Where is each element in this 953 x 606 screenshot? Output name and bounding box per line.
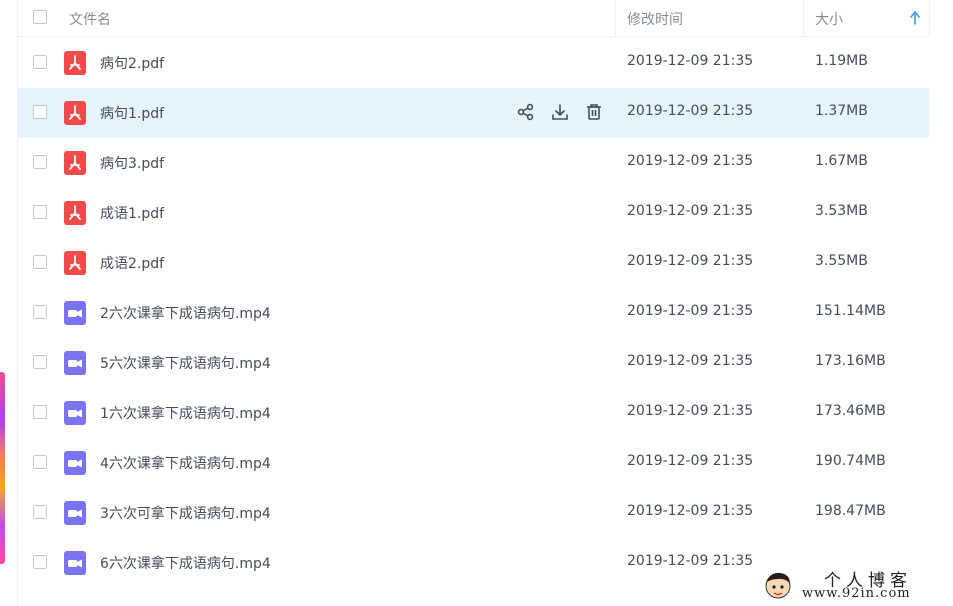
- file-modified-time: 2019-12-09 21:35: [627, 303, 754, 319]
- file-name[interactable]: 6六次课拿下成语病句.mp4: [100, 553, 271, 573]
- file-name[interactable]: 2六次课拿下成语病句.mp4: [100, 303, 271, 323]
- file-modified-time: 2019-12-09 21:35: [627, 253, 754, 269]
- file-size: 173.46MB: [815, 403, 886, 419]
- video-file-icon: [64, 501, 86, 525]
- file-row[interactable]: 1六次课拿下成语病句.mp4 2019-12-09 21:35 173.46MB: [18, 388, 929, 438]
- row-checkbox[interactable]: [33, 205, 47, 219]
- file-row[interactable]: 病句2.pdf 2019-12-09 21:35 1.19MB: [18, 38, 929, 88]
- file-name[interactable]: 病句1.pdf: [100, 103, 164, 123]
- file-list-header: 文件名 修改时间 大小: [18, 0, 929, 37]
- row-checkbox[interactable]: [33, 255, 47, 269]
- row-checkbox[interactable]: [33, 455, 47, 469]
- column-header-time[interactable]: 修改时间: [627, 9, 683, 29]
- file-row[interactable]: 成语2.pdf 2019-12-09 21:35 3.55MB: [18, 238, 929, 288]
- file-modified-time: 2019-12-09 21:35: [627, 403, 754, 419]
- select-all-checkbox[interactable]: [33, 10, 47, 24]
- delete-icon[interactable]: [584, 102, 604, 122]
- column-divider: [615, 0, 616, 36]
- pdf-file-icon: [64, 251, 86, 275]
- arrow-up-icon[interactable]: [910, 10, 920, 29]
- file-size: 1.19MB: [815, 53, 868, 69]
- file-modified-time: 2019-12-09 21:35: [627, 453, 754, 469]
- column-divider: [803, 0, 804, 36]
- file-row[interactable]: 2六次课拿下成语病句.mp4 2019-12-09 21:35 151.14MB: [18, 288, 929, 338]
- row-checkbox[interactable]: [33, 355, 47, 369]
- video-file-icon: [64, 451, 86, 475]
- video-file-icon: [64, 551, 86, 575]
- file-size: 151.14MB: [815, 303, 886, 319]
- scrollbar-gutter: [929, 0, 953, 36]
- file-modified-time: 2019-12-09 21:35: [627, 103, 754, 119]
- file-size: 198.47MB: [815, 503, 886, 519]
- side-banner-image: [0, 372, 5, 564]
- file-modified-time: 2019-12-09 21:35: [627, 553, 754, 569]
- column-header-name[interactable]: 文件名: [69, 9, 111, 29]
- file-row[interactable]: 病句3.pdf 2019-12-09 21:35 1.67MB: [18, 138, 929, 188]
- row-checkbox[interactable]: [33, 555, 47, 569]
- file-list: 病句4.pdf2019-12-09 21:351.14MB病句2.pdf2019…: [18, 0, 929, 606]
- file-name[interactable]: 病句2.pdf: [100, 53, 164, 73]
- file-modified-time: 2019-12-09 21:35: [627, 503, 754, 519]
- pdf-file-icon: [64, 51, 86, 75]
- watermark-url: www.92in.com: [802, 586, 911, 601]
- video-file-icon: [64, 351, 86, 375]
- file-name[interactable]: 成语2.pdf: [100, 253, 164, 273]
- row-checkbox[interactable]: [33, 155, 47, 169]
- video-file-icon: [64, 301, 86, 325]
- file-size: 190.74MB: [815, 453, 886, 469]
- file-row[interactable]: 4六次课拿下成语病句.mp4 2019-12-09 21:35 190.74MB: [18, 438, 929, 488]
- share-icon[interactable]: [516, 102, 536, 122]
- file-modified-time: 2019-12-09 21:35: [627, 53, 754, 69]
- row-checkbox[interactable]: [33, 405, 47, 419]
- sidebar-edge: [0, 0, 18, 606]
- file-name[interactable]: 成语1.pdf: [100, 203, 164, 223]
- file-size: 1.67MB: [815, 153, 868, 169]
- column-header-size[interactable]: 大小: [815, 9, 843, 29]
- row-checkbox[interactable]: [33, 55, 47, 69]
- file-size: 3.55MB: [815, 253, 868, 269]
- row-checkbox[interactable]: [33, 105, 47, 119]
- file-row[interactable]: 成语1.pdf 2019-12-09 21:35 3.53MB: [18, 188, 929, 238]
- file-size: 1.37MB: [815, 103, 868, 119]
- file-size: 3.53MB: [815, 203, 868, 219]
- file-name[interactable]: 5六次课拿下成语病句.mp4: [100, 353, 271, 373]
- row-checkbox[interactable]: [33, 505, 47, 519]
- watermark-logo-icon: [762, 569, 794, 605]
- file-size: 173.16MB: [815, 353, 886, 369]
- row-checkbox[interactable]: [33, 305, 47, 319]
- watermark: 个人博客 www.92in.com: [758, 564, 953, 606]
- row-actions: [516, 102, 604, 122]
- video-file-icon: [64, 401, 86, 425]
- pdf-file-icon: [64, 151, 86, 175]
- file-row[interactable]: 3六次可拿下成语病句.mp4 2019-12-09 21:35 198.47MB: [18, 488, 929, 538]
- file-name[interactable]: 1六次课拿下成语病句.mp4: [100, 403, 271, 423]
- file-modified-time: 2019-12-09 21:35: [627, 153, 754, 169]
- file-modified-time: 2019-12-09 21:35: [627, 203, 754, 219]
- file-name[interactable]: 3六次可拿下成语病句.mp4: [100, 503, 271, 523]
- pdf-file-icon: [64, 201, 86, 225]
- file-row[interactable]: 病句1.pdf 2019-12-09 21:35 1.37MB: [18, 88, 929, 138]
- file-row[interactable]: 5六次课拿下成语病句.mp4 2019-12-09 21:35 173.16MB: [18, 338, 929, 388]
- file-name[interactable]: 病句3.pdf: [100, 153, 164, 173]
- file-modified-time: 2019-12-09 21:35: [627, 353, 754, 369]
- pdf-file-icon: [64, 101, 86, 125]
- download-icon[interactable]: [550, 102, 570, 122]
- file-name[interactable]: 4六次课拿下成语病句.mp4: [100, 453, 271, 473]
